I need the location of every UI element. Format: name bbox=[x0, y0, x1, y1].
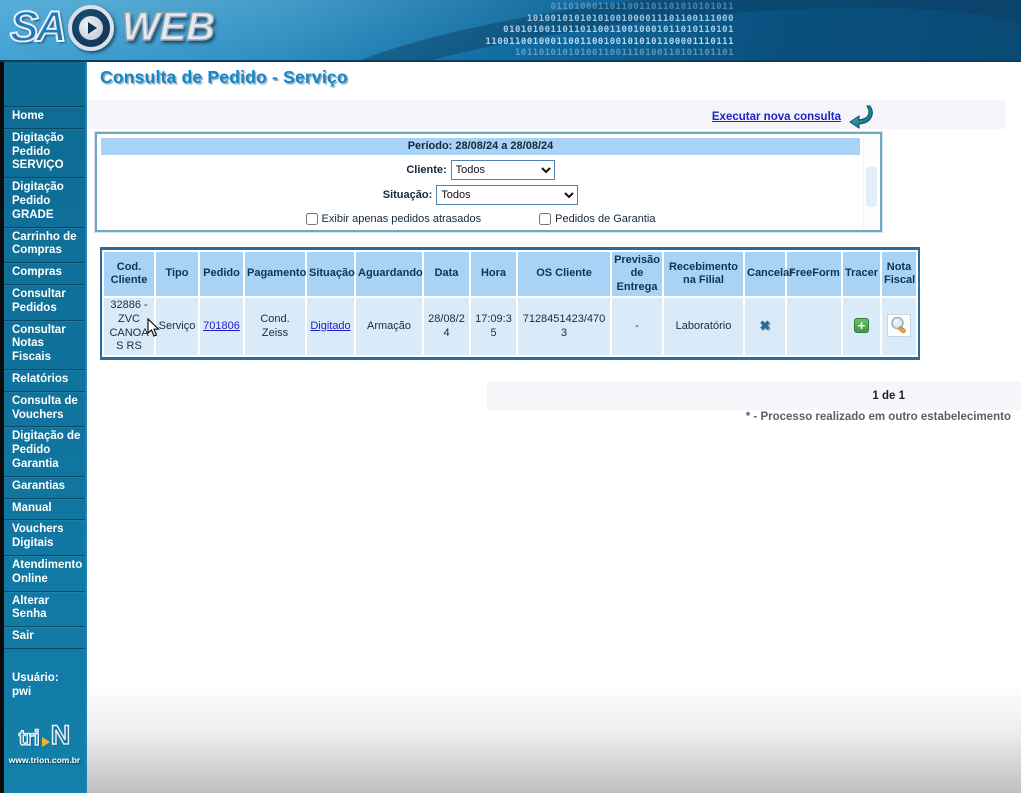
sidebar-item-atendimento-online[interactable]: Atendimento Online bbox=[4, 556, 85, 592]
cliente-label: Cliente: bbox=[406, 164, 446, 176]
filter-scrollbar[interactable] bbox=[863, 136, 878, 228]
sidebar-item-digitacao-de-pedido-garantia[interactable]: Digitação de Pedido Garantia bbox=[4, 427, 85, 476]
garantia-checkbox[interactable] bbox=[539, 213, 551, 225]
col-pedido: Pedido bbox=[200, 252, 243, 296]
scrollbar-thumb[interactable] bbox=[866, 167, 877, 207]
col-cod-cliente: Cod. Cliente bbox=[104, 252, 154, 296]
logo-text-web: WEB bbox=[122, 5, 215, 50]
user-name: pwi bbox=[12, 685, 85, 699]
sidebar-item-consultar-pedidos[interactable]: Consultar Pedidos bbox=[4, 285, 85, 321]
footnote: * - Processo realizado em outro estabele… bbox=[746, 411, 1011, 423]
page-count: 1 de 1 bbox=[872, 382, 905, 410]
sidebar-item-compras[interactable]: Compras bbox=[4, 263, 85, 285]
col-pagamento: Pagamento bbox=[245, 252, 305, 296]
col-recebimento-filial: Recebimento na Filial bbox=[664, 252, 743, 296]
logged-user: Usuário: pwi bbox=[12, 671, 85, 700]
col-os-cliente: OS Cliente bbox=[518, 252, 610, 296]
trion-play-icon bbox=[42, 737, 50, 747]
sidebar-item-relatorios[interactable]: Relatórios bbox=[4, 370, 85, 392]
pagination-band: 1 de 1 bbox=[487, 382, 1021, 410]
cell-pagamento: Cond. Zeiss bbox=[245, 298, 305, 355]
situacao-label: Situação: bbox=[383, 189, 433, 201]
col-cancelar: Cancelar bbox=[745, 252, 785, 296]
col-aguardando: Aguardando bbox=[356, 252, 422, 296]
sidebar-item-carrinho-de-compras[interactable]: Carrinho de Compras bbox=[4, 228, 85, 264]
cell-aguardando: Armação bbox=[356, 298, 422, 355]
col-tipo: Tipo bbox=[156, 252, 198, 296]
garantia-label: Pedidos de Garantia bbox=[555, 213, 655, 225]
cell-data: 28/08/24 bbox=[424, 298, 469, 355]
cell-recebimento: Laboratório bbox=[664, 298, 743, 355]
sidebar-item-sair[interactable]: Sair bbox=[4, 627, 85, 649]
atrasados-checkbox[interactable] bbox=[306, 213, 318, 225]
main-content: Consulta de Pedido - Serviço Executar no… bbox=[87, 62, 1021, 793]
sidebar-item-digitacao-pedido-grade[interactable]: Digitação Pedido GRADE bbox=[4, 178, 85, 227]
period-bar: Período: 28/08/24 a 28/08/24 bbox=[101, 138, 860, 155]
cell-previsao: - bbox=[612, 298, 662, 355]
col-situacao: Situação bbox=[307, 252, 354, 296]
play-icon bbox=[68, 5, 114, 51]
col-tracer: Tracer bbox=[843, 252, 880, 296]
return-arrow-icon[interactable] bbox=[847, 105, 873, 129]
table-header-row: Cod. Cliente Tipo Pedido Pagamento Situa… bbox=[104, 252, 916, 296]
tracer-plus-icon[interactable]: + bbox=[854, 318, 869, 333]
new-query-link[interactable]: Executar nova consulta bbox=[712, 111, 841, 123]
col-hora: Hora bbox=[471, 252, 516, 296]
cell-hora: 17:09:35 bbox=[471, 298, 516, 355]
app-header: SA WEB 0110100011011001101101010101011 1… bbox=[0, 0, 1021, 62]
sidebar-item-consultar-notas-fiscais[interactable]: Consultar Notas Fiscais bbox=[4, 321, 85, 370]
sidebar-item-alterar-senha[interactable]: Alterar Senha bbox=[4, 592, 85, 628]
cell-freeform bbox=[787, 298, 841, 355]
atrasados-label: Exibir apenas pedidos atrasados bbox=[322, 213, 482, 225]
sidebar-item-garantias[interactable]: Garantias bbox=[4, 477, 85, 499]
cancel-x-icon[interactable]: ✖ bbox=[760, 318, 771, 333]
toolbar-strip: Executar nova consulta bbox=[88, 100, 1005, 129]
sidebar: Home Digitação Pedido SERVIÇO Digitação … bbox=[0, 62, 87, 793]
cell-os-cliente: 7128451423/4703 bbox=[518, 298, 610, 355]
table-row: 32886 - ZVC CANOAS RS Serviço 701806 Con… bbox=[104, 298, 916, 355]
cliente-select[interactable]: Todos bbox=[451, 160, 555, 180]
col-data: Data bbox=[424, 252, 469, 296]
orders-table: Cod. Cliente Tipo Pedido Pagamento Situa… bbox=[100, 247, 920, 360]
user-label: Usuário: bbox=[12, 671, 85, 685]
sidebar-item-manual[interactable]: Manual bbox=[4, 499, 85, 521]
col-freeform: FreeForm bbox=[787, 252, 841, 296]
situacao-select[interactable]: Todos bbox=[436, 185, 578, 205]
page-title: Consulta de Pedido - Serviço bbox=[100, 67, 348, 88]
mouse-cursor bbox=[147, 318, 163, 338]
saoweb-logo: SA WEB bbox=[10, 3, 215, 52]
sidebar-item-digitacao-pedido-servico[interactable]: Digitação Pedido SERVIÇO bbox=[4, 129, 85, 178]
binary-decoration: 0110100011011001101101010101011 10100101… bbox=[402, 2, 734, 60]
sidebar-item-consulta-de-vouchers[interactable]: Consulta de Vouchers bbox=[4, 392, 85, 428]
trion-url[interactable]: www.trion.com.br bbox=[4, 755, 85, 765]
col-nota-fiscal: Nota Fiscal bbox=[882, 252, 916, 296]
sidebar-menu: Home Digitação Pedido SERVIÇO Digitação … bbox=[4, 106, 85, 649]
magnifier-icon[interactable] bbox=[887, 314, 911, 337]
logo-text-sa: SA bbox=[10, 3, 64, 52]
situacao-link[interactable]: Digitado bbox=[310, 320, 350, 332]
pedido-link[interactable]: 701806 bbox=[203, 320, 240, 332]
sidebar-item-vouchers-digitais[interactable]: Vouchers Digitais bbox=[4, 520, 85, 556]
filter-panel: Período: 28/08/24 a 28/08/24 Cliente: To… bbox=[95, 132, 882, 232]
col-previsao-entrega: Previsão de Entrega bbox=[612, 252, 662, 296]
sidebar-item-home[interactable]: Home bbox=[4, 107, 85, 129]
trion-logo: tri N www.trion.com.br bbox=[4, 720, 85, 765]
